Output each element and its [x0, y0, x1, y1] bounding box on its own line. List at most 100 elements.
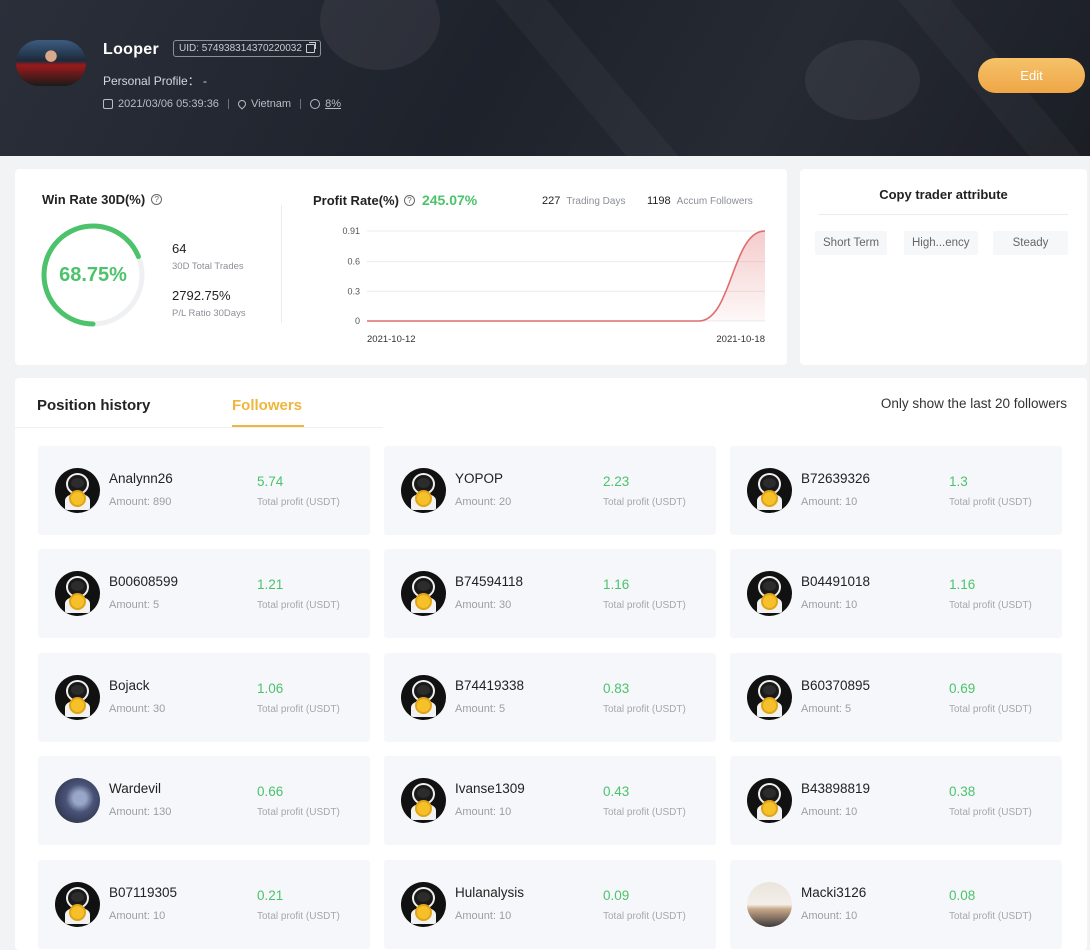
follower-profit-label: Total profit (USDT)	[949, 704, 1032, 715]
follower-name: B04491018	[801, 574, 871, 589]
profit-rate-value: 245.07%	[421, 192, 478, 208]
follower-profit-label: Total profit (USDT)	[603, 911, 686, 922]
follower-amount: Amount: 10	[109, 910, 166, 922]
accum-followers: 1198 Accum Followers	[647, 195, 753, 207]
follower-card[interactable]: B72639326 Amount: 10 1.3 Total profit (USDT…	[730, 446, 1062, 535]
follower-amount: Amount: 30	[455, 599, 512, 611]
follower-profit-label: Total profit (USDT)	[257, 600, 340, 611]
follower-name: B74594118	[455, 574, 524, 589]
user-avatar	[16, 40, 86, 86]
follower-profit: 0.66	[257, 784, 284, 799]
follower-profit: 0.21	[257, 888, 284, 903]
active-tab-indicator	[232, 425, 304, 427]
follower-profit-label: Total profit (USDT)	[949, 807, 1032, 818]
follower-card[interactable]: B43898819 Amount: 10 0.38 Total profit (USD…	[730, 756, 1062, 845]
follower-profit: 0.38	[949, 784, 976, 799]
divider	[227, 99, 229, 109]
follower-profit-label: Total profit (USDT)	[949, 600, 1032, 611]
follower-card[interactable]: YOPOP Amount: 20 2.23 Total profit (USDT)	[384, 446, 716, 535]
follower-avatar	[401, 571, 446, 616]
follower-profit: 0.69	[949, 681, 976, 696]
follower-card[interactable]: B60370895 Amount: 5 0.69 Total profit (USDT…	[730, 653, 1062, 742]
follower-amount: Amount: 20	[455, 496, 512, 508]
follower-profit-label: Total profit (USDT)	[603, 600, 686, 611]
follower-card[interactable]: Ivanse1309 Amount: 10 0.43 Total profit (US…	[384, 756, 716, 845]
follower-card[interactable]: Bojack Amount: 30 1.06 Total profit (USDT)	[38, 653, 370, 742]
follower-name: B72639326	[801, 471, 871, 486]
username: Looper	[103, 41, 160, 58]
follower-amount: Amount: 30	[109, 703, 166, 715]
follower-amount: Amount: 890	[109, 496, 172, 508]
divider	[281, 205, 282, 323]
follower-amount: Amount: 10	[455, 910, 512, 922]
total-trades-label: 30D Total Trades	[172, 261, 244, 272]
follower-card[interactable]: Analynn26 Amount: 890 5.74 Total profit (US…	[38, 446, 370, 535]
copy-icon	[305, 42, 316, 53]
follower-profit: 1.16	[603, 577, 630, 592]
follower-avatar	[747, 468, 792, 513]
help-icon[interactable]: ?	[403, 194, 415, 206]
profile-banner: Looper UID: 574938314370220032 Personal …	[0, 0, 1090, 156]
area-fill	[367, 231, 765, 321]
profit-rate-title: Profit Rate(%) ? 245.07%	[313, 192, 477, 208]
follower-card[interactable]: B07119305 Amount: 10 0.21 Total profit (USD…	[38, 860, 370, 949]
attribute-tag: Short Term	[815, 231, 888, 255]
follower-avatar	[747, 675, 792, 720]
location-pin-icon	[236, 98, 248, 110]
follower-card[interactable]: B00608599 Amount: 5 1.21 Total profit (USDT…	[38, 549, 370, 638]
follower-card[interactable]: Hulanalysis Amount: 10 0.09 Total profit (U…	[384, 860, 716, 949]
uid-copy-button[interactable]: UID: 574938314370220032	[173, 40, 321, 57]
win-rate-title: Win Rate 30D(%) ?	[42, 192, 163, 207]
x-tick-label: 2021-10-18	[716, 334, 765, 345]
trading-days-value: 227	[542, 195, 561, 207]
follower-profit: 1.21	[257, 577, 284, 592]
trading-days-label: Trading Days	[566, 196, 626, 207]
y-tick-label: 0.6	[347, 257, 360, 267]
follower-profit-label: Total profit (USDT)	[603, 704, 686, 715]
follower-amount: Amount: 10	[801, 806, 858, 818]
total-trades-value: 64	[172, 241, 187, 256]
follower-profit: 1.06	[257, 681, 284, 696]
uid-text: UID: 574938314370220032	[179, 43, 302, 54]
x-tick-label: 2021-10-12	[367, 334, 416, 345]
tab-followers[interactable]: Followers	[232, 397, 302, 414]
accum-followers-value: 1198	[647, 195, 671, 207]
follower-avatar	[55, 468, 100, 513]
win-rate-label: Win Rate 30D(%)	[42, 192, 146, 207]
follower-profit-label: Total profit (USDT)	[949, 911, 1032, 922]
y-tick-label: 0.91	[342, 226, 360, 236]
follower-card[interactable]: Wardevil Amount: 130 0.66 Total profit (USD…	[38, 756, 370, 845]
personal-profile: Personal Profile： -	[103, 74, 208, 88]
tab-position-history[interactable]: Position history	[37, 397, 150, 414]
follower-card[interactable]: Macki3126 Amount: 10 0.08 Total profit (USD…	[730, 860, 1062, 949]
follower-profit-label: Total profit (USDT)	[257, 497, 340, 508]
follower-profit-label: Total profit (USDT)	[603, 497, 686, 508]
follower-name: B74419338	[455, 678, 525, 693]
follower-profit-label: Total profit (USDT)	[949, 497, 1032, 508]
follower-avatar	[55, 675, 100, 720]
follower-profit-label: Total profit (USDT)	[257, 807, 340, 818]
follower-avatar	[401, 778, 446, 823]
followers-note: Only show the last 20 followers	[880, 396, 1067, 411]
follower-avatar	[55, 882, 100, 927]
follower-profit: 5.74	[257, 474, 284, 489]
follower-card[interactable]: B74594118 Amount: 30 1.16 Total profit (USD…	[384, 549, 716, 638]
follower-name: Hulanalysis	[455, 885, 525, 900]
profit-share-link[interactable]: 8%	[325, 98, 341, 110]
banner-decoration	[320, 0, 440, 70]
follower-card[interactable]: B74419338 Amount: 5 0.83 Total profit (USDT…	[384, 653, 716, 742]
follower-name: YOPOP	[455, 471, 504, 486]
divider	[300, 99, 302, 109]
follower-card[interactable]: B04491018 Amount: 10 1.16 Total profit (USD…	[730, 549, 1062, 638]
help-icon[interactable]: ?	[151, 194, 163, 205]
follower-name: B00608599	[109, 574, 179, 589]
stats-card: Win Rate 30D(%) ? 68.75% 64 30D Total Tr…	[15, 169, 787, 365]
accum-followers-label: Accum Followers	[676, 196, 753, 207]
follower-profit: 1.3	[949, 474, 968, 489]
profit-rate-label: Profit Rate(%)	[313, 192, 399, 208]
series-line	[367, 230, 766, 322]
follower-profit: 0.83	[603, 681, 630, 696]
edit-button[interactable]: Edit	[978, 58, 1085, 93]
follower-profit: 0.09	[603, 888, 630, 903]
banner-decoration	[805, 40, 920, 120]
